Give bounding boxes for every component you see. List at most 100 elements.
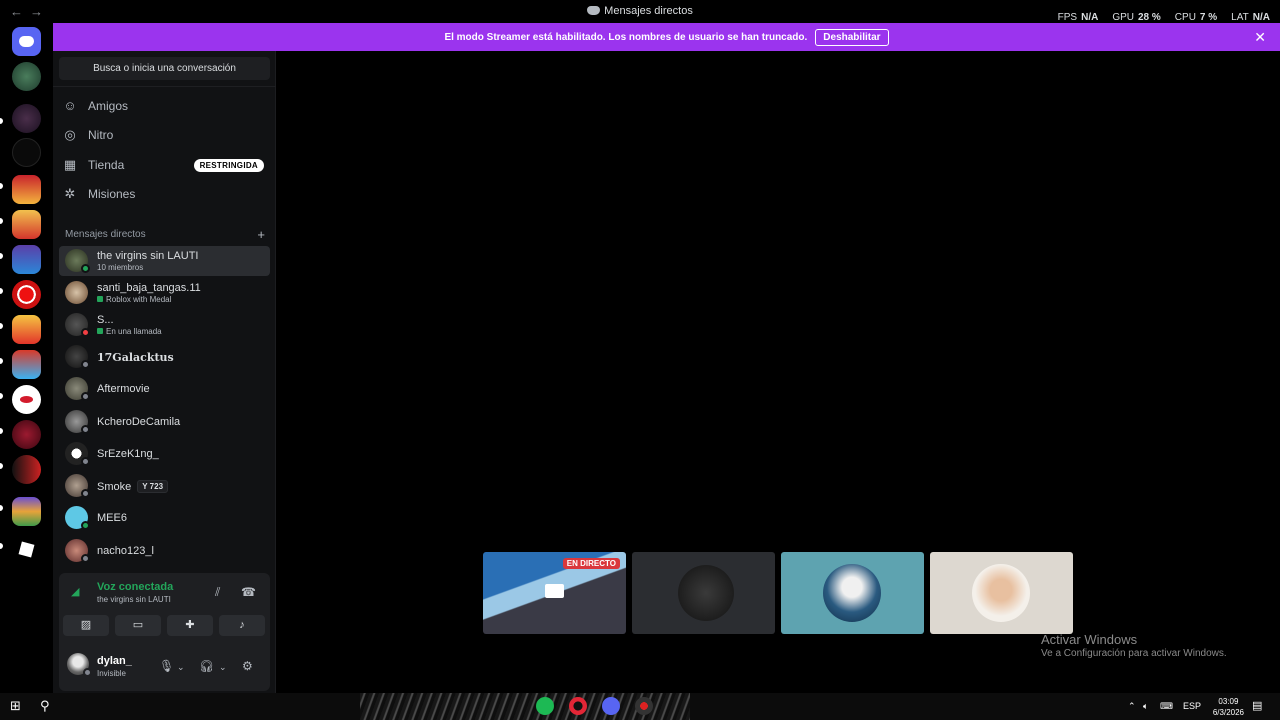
chevron-up-icon[interactable]: ⌃ <box>1128 701 1136 712</box>
server-icon[interactable] <box>12 175 41 204</box>
status-dot <box>81 457 90 466</box>
game-icon <box>97 296 103 302</box>
dm-name: 17Galacktus <box>97 351 174 364</box>
disable-streamer-button[interactable]: Deshabilitar <box>815 28 889 46</box>
dm-item[interactable]: SrEzeK1ng_ <box>59 439 270 469</box>
dm-item[interactable]: Smoke Y 723 <box>59 471 270 501</box>
disconnect-icon[interactable]: ☎ <box>241 585 256 599</box>
server-icon[interactable] <box>12 420 41 449</box>
windows-activation-subtitle: Ve a Configuración para activar Windows. <box>1041 648 1227 659</box>
nitro-icon: ◎ <box>64 127 76 142</box>
server-rail <box>0 23 53 693</box>
microphone-icon[interactable]: 🎙︎ <box>159 659 174 673</box>
create-dm-plus-icon[interactable]: + <box>257 227 265 242</box>
call-icon <box>97 328 103 334</box>
app-icon[interactable] <box>635 697 653 715</box>
guild-tag: Y 723 <box>137 480 169 493</box>
banner-text: El modo Streamer está habilitado. Los no… <box>444 31 808 43</box>
windows-start-icon[interactable]: ⊞ <box>10 698 21 714</box>
server-icon[interactable] <box>12 315 41 344</box>
stat-value: N/A <box>1081 12 1099 23</box>
noise-suppression-icon[interactable]: ⫽ <box>215 585 220 600</box>
stat-value: N/A <box>1252 12 1270 23</box>
participant-tile[interactable] <box>930 552 1073 634</box>
nav-label: Nitro <box>88 128 114 142</box>
dm-name: KcheroDeCamila <box>97 416 181 428</box>
keyboard-icon[interactable]: ⌨ <box>1160 701 1173 712</box>
language-indicator[interactable]: ESP <box>1183 701 1201 711</box>
server-icon[interactable] <box>12 455 41 484</box>
avatar <box>823 564 881 622</box>
dm-item[interactable]: Aftermovie <box>59 374 270 404</box>
participant-tile[interactable] <box>632 552 775 634</box>
nav-shop[interactable]: ▦ Tienda RESTRINGIDA <box>63 151 268 179</box>
divider <box>53 86 276 87</box>
dm-item[interactable]: 17Galacktus <box>59 342 270 372</box>
server-icon[interactable] <box>12 62 41 91</box>
notification-icon[interactable]: ▤ <box>1252 699 1262 712</box>
clock-date: 6/3/2026 <box>1212 708 1244 717</box>
dm-item[interactable]: nacho123_l <box>59 536 270 566</box>
nav-label: Amigos <box>88 99 129 113</box>
shop-icon: ▦ <box>63 157 77 172</box>
taskbar: ⊞ ⚲ ⌃ 🔈︎ ⌨ ESP 03:09 6/3/2026 ▤ <box>0 693 1280 720</box>
chevron-down-icon[interactable]: ⌄ <box>177 662 185 673</box>
nav-nitro[interactable]: ◎ Nitro <box>63 121 268 149</box>
clock[interactable]: 03:09 6/3/2026 <box>1213 696 1244 718</box>
camera-off-button[interactable]: ▨ <box>63 615 109 636</box>
close-icon[interactable]: ✕ <box>1254 29 1266 46</box>
dm-item[interactable]: santi_baja_tangas.11 Roblox with Medal <box>59 278 270 308</box>
opera-icon[interactable] <box>569 697 587 715</box>
dm-subtext: 10 miembros <box>97 263 144 272</box>
discord-taskbar-icon[interactable] <box>602 697 620 715</box>
dm-item[interactable]: MEE6 <box>59 503 270 533</box>
voice-channel-name[interactable]: the virgins sin LAUTI <box>97 595 171 604</box>
signal-icon[interactable]: ◢ <box>71 585 85 599</box>
roblox-server-icon[interactable] <box>12 535 41 564</box>
dm-name: nacho123_l <box>97 545 154 557</box>
server-icon[interactable] <box>12 138 41 167</box>
nav-label: Tienda <box>88 158 125 172</box>
server-icon[interactable] <box>12 350 41 379</box>
friends-icon: ☺ <box>63 98 77 113</box>
soundboard-button[interactable]: ♪ <box>219 615 265 636</box>
dm-item[interactable]: S... En una llamada <box>59 310 270 340</box>
search-conversation-button[interactable]: Busca o inicia una conversación <box>59 57 270 80</box>
voice-stage <box>277 51 1280 693</box>
server-icon[interactable] <box>12 104 41 133</box>
stat-label: GPU <box>1112 12 1134 23</box>
nav-quests[interactable]: ✲ Misiones <box>63 180 268 208</box>
server-icon[interactable] <box>12 497 41 526</box>
participant-tile[interactable] <box>781 552 924 634</box>
live-badge: EN DIRECTO <box>562 558 620 569</box>
server-icon[interactable] <box>12 210 41 239</box>
title-bar: ← → Mensajes directos FPS N/A GPU 28 % CPU… <box>0 0 1280 23</box>
voice-status[interactable]: Voz conectada <box>97 581 173 593</box>
spotify-icon[interactable] <box>536 697 554 715</box>
activities-button[interactable]: ✚ <box>167 615 213 636</box>
dm-item[interactable]: KcheroDeCamila <box>59 407 270 437</box>
nav-friends[interactable]: ☺ Amigos <box>63 92 268 120</box>
user-status: Invisible <box>97 669 126 678</box>
headphones-icon[interactable]: 🎧︎ <box>199 659 214 673</box>
home-discord-icon[interactable] <box>12 27 41 56</box>
username[interactable]: dylan_ <box>97 655 132 667</box>
server-icon[interactable] <box>12 280 41 309</box>
screen-share-button[interactable]: ▭ <box>115 615 161 636</box>
speaker-icon[interactable]: 🔈︎ <box>1143 701 1148 712</box>
streamer-mode-banner: El modo Streamer está habilitado. Los no… <box>53 23 1280 51</box>
stream-tile[interactable]: EN DIRECTO <box>483 552 626 634</box>
window-title: Mensajes directos <box>604 5 693 17</box>
search-icon[interactable]: ⚲ <box>40 698 50 714</box>
dm-name: the virgins sin LAUTI <box>97 250 199 262</box>
dm-item[interactable]: the virgins sin LAUTI 10 miembros <box>59 246 270 276</box>
status-dot <box>81 360 90 369</box>
dm-name: Aftermovie <box>97 383 150 395</box>
chevron-down-icon[interactable]: ⌄ <box>219 662 227 673</box>
dm-subtext: En una llamada <box>106 327 162 336</box>
server-icon[interactable] <box>12 385 41 414</box>
windows-activation-title: Activar Windows <box>1041 632 1138 647</box>
performance-overlay: FPS N/A GPU 28 % CPU 7 % LAT N/A <box>1058 12 1270 23</box>
server-icon[interactable] <box>12 245 41 274</box>
gear-icon[interactable]: ⚙ <box>242 659 253 673</box>
